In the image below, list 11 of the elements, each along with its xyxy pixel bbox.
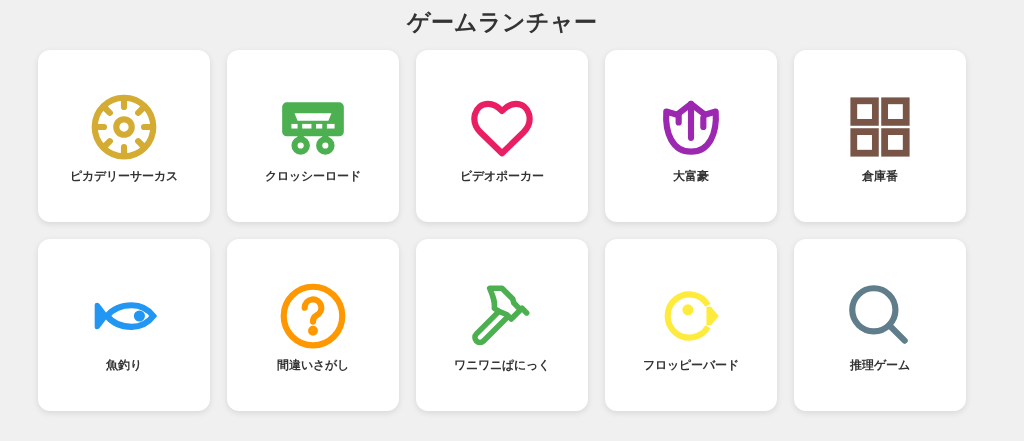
game-card[interactable]: クロッシーロード — [227, 50, 399, 222]
game-card[interactable]: 魚釣り — [38, 239, 210, 411]
game-card[interactable]: 大富豪 — [605, 50, 777, 222]
game-card[interactable]: ビデオポーカー — [416, 50, 588, 222]
game-card[interactable]: フロッピーバード — [605, 239, 777, 411]
game-card[interactable]: ピカデリーサーカス — [38, 50, 210, 222]
game-card[interactable]: 倉庫番 — [794, 50, 966, 222]
page-title: ゲームランチャー — [407, 8, 597, 37]
game-card[interactable]: 間違いさがし — [227, 239, 399, 411]
game-card[interactable]: 推理ゲーム — [794, 239, 966, 411]
game-card[interactable]: ワニワニぱにっく — [416, 239, 588, 411]
